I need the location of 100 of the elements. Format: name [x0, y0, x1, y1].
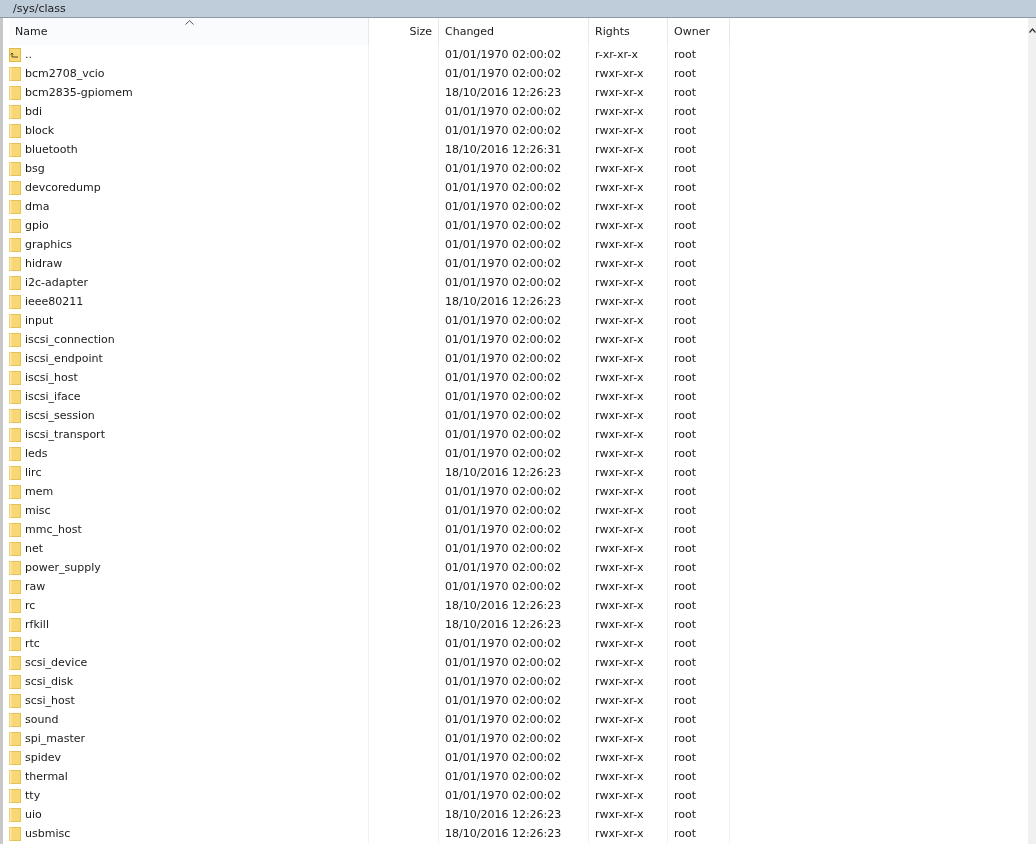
file-name[interactable]: rtc: [25, 637, 40, 650]
file-name[interactable]: scsi_device: [25, 656, 88, 669]
permissions: rwxr-xr-x: [595, 732, 644, 745]
modified-date: 01/01/1970 02:00:02: [445, 238, 562, 251]
column-header[interactable]: Changed: [439, 18, 589, 45]
file-name[interactable]: thermal: [25, 770, 68, 783]
file-name[interactable]: spidev: [25, 751, 62, 764]
file-name[interactable]: i2c-adapter: [25, 276, 89, 289]
file-name[interactable]: graphics: [25, 238, 73, 251]
modified-date: 01/01/1970 02:00:02: [445, 276, 562, 289]
file-name[interactable]: mem: [25, 485, 54, 498]
owner-name: root: [674, 637, 697, 650]
modified-date: 01/01/1970 02:00:02: [445, 181, 562, 194]
file-name[interactable]: raw: [25, 580, 46, 593]
folder-icon: [9, 427, 21, 442]
file-name[interactable]: bsg: [25, 162, 45, 175]
modified-date: 01/01/1970 02:00:02: [445, 48, 562, 61]
permissions: rwxr-xr-x: [595, 561, 644, 574]
owner-name: root: [674, 732, 697, 745]
owner-name: root: [674, 371, 697, 384]
modified-date: 01/01/1970 02:00:02: [445, 67, 562, 80]
scroll-up-icon[interactable]: [1028, 28, 1036, 33]
folder-icon: [9, 218, 21, 233]
file-name[interactable]: bcm2835-gpiomem: [25, 86, 133, 99]
file-name[interactable]: iscsi_session: [25, 409, 95, 422]
owner-name: root: [674, 314, 697, 327]
folder-icon: [9, 351, 21, 366]
modified-date: 01/01/1970 02:00:02: [445, 485, 562, 498]
folder-icon: [9, 712, 21, 727]
file-name[interactable]: devcoredump: [25, 181, 101, 194]
modified-date: 01/01/1970 02:00:02: [445, 789, 562, 802]
file-name[interactable]: dma: [25, 200, 50, 213]
file-name[interactable]: misc: [25, 504, 51, 517]
file-name[interactable]: uio: [25, 808, 42, 821]
file-name[interactable]: gpio: [25, 219, 49, 232]
column-header[interactable]: Name: [9, 18, 369, 45]
permissions: rwxr-xr-x: [595, 276, 644, 289]
owner-name: root: [674, 48, 697, 61]
file-name[interactable]: iscsi_host: [25, 371, 78, 384]
permissions: rwxr-xr-x: [595, 390, 644, 403]
file-name[interactable]: usbmisc: [25, 827, 71, 840]
file-name[interactable]: power_supply: [25, 561, 101, 574]
owner-name: root: [674, 276, 697, 289]
file-name[interactable]: sound: [25, 713, 59, 726]
file-name[interactable]: leds: [25, 447, 48, 460]
file-name[interactable]: lirc: [25, 466, 42, 479]
file-name[interactable]: input: [25, 314, 54, 327]
file-name[interactable]: net: [25, 542, 44, 555]
permissions: rwxr-xr-x: [595, 409, 644, 422]
modified-date: 01/01/1970 02:00:02: [445, 219, 562, 232]
folder-icon: [9, 180, 21, 195]
permissions: rwxr-xr-x: [595, 504, 644, 517]
owner-name: root: [674, 751, 697, 764]
modified-date: 18/10/2016 12:26:23: [445, 808, 562, 821]
permissions: rwxr-xr-x: [595, 219, 644, 232]
file-name[interactable]: ..: [25, 48, 32, 61]
file-name[interactable]: tty: [25, 789, 41, 802]
owner-name: root: [674, 447, 697, 460]
owner-name: root: [674, 162, 697, 175]
file-name[interactable]: bcm2708_vcio: [25, 67, 105, 80]
modified-date: 18/10/2016 12:26:31: [445, 143, 562, 156]
file-name[interactable]: iscsi_transport: [25, 428, 105, 441]
file-name[interactable]: mmc_host: [25, 523, 82, 536]
file-name[interactable]: block: [25, 124, 55, 137]
file-name[interactable]: ieee80211: [25, 295, 84, 308]
file-name[interactable]: iscsi_connection: [25, 333, 115, 346]
folder-icon: [9, 123, 21, 138]
modified-date: 01/01/1970 02:00:02: [445, 162, 562, 175]
owner-name: root: [674, 561, 697, 574]
owner-name: root: [674, 428, 697, 441]
modified-date: 18/10/2016 12:26:23: [445, 466, 562, 479]
permissions: rwxr-xr-x: [595, 656, 644, 669]
folder-icon: [9, 826, 21, 841]
column-header[interactable]: Rights: [589, 18, 668, 45]
file-name[interactable]: hidraw: [25, 257, 63, 270]
folder-icon: [9, 750, 21, 765]
permissions: rwxr-xr-x: [595, 428, 644, 441]
file-name[interactable]: scsi_host: [25, 694, 75, 707]
permissions: rwxr-xr-x: [595, 333, 644, 346]
modified-date: 18/10/2016 12:26:23: [445, 827, 562, 840]
permissions: rwxr-xr-x: [595, 751, 644, 764]
owner-name: root: [674, 143, 697, 156]
modified-date: 18/10/2016 12:26:23: [445, 86, 562, 99]
file-name[interactable]: iscsi_iface: [25, 390, 81, 403]
folder-icon: [9, 370, 21, 385]
file-name[interactable]: iscsi_endpoint: [25, 352, 103, 365]
column-header[interactable]: Size: [369, 18, 439, 45]
modified-date: 01/01/1970 02:00:02: [445, 200, 562, 213]
file-name[interactable]: bdi: [25, 105, 43, 118]
file-name[interactable]: scsi_disk: [25, 675, 74, 688]
folder-icon: [9, 275, 21, 290]
owner-name: root: [674, 105, 697, 118]
file-name[interactable]: rfkill: [25, 618, 49, 631]
file-name[interactable]: bluetooth: [25, 143, 78, 156]
file-name[interactable]: rc: [25, 599, 36, 612]
scrollbar[interactable]: [1028, 18, 1036, 844]
column-header[interactable]: Owner: [668, 18, 730, 45]
permissions: rwxr-xr-x: [595, 770, 644, 783]
owner-name: root: [674, 580, 697, 593]
file-name[interactable]: spi_master: [25, 732, 86, 745]
